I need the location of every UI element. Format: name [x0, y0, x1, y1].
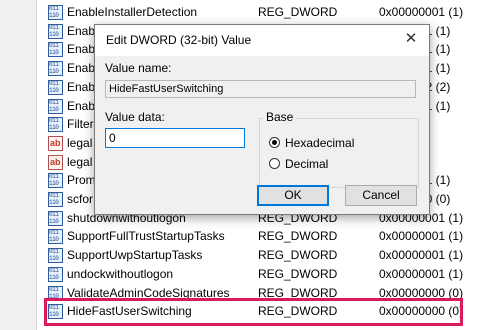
binary-value-icon [48, 173, 63, 189]
binary-value-icon [48, 5, 63, 20]
dialog-title: Edit DWORD (32-bit) Value [106, 33, 252, 47]
registry-value-row[interactable]: undockwithoutlogon REG_DWORD 0x00000001 (1… [36, 265, 485, 284]
binary-value-icon [48, 117, 63, 133]
value-name: legal [67, 154, 93, 169]
binary-value-icon [48, 23, 63, 39]
hexadecimal-radio[interactable]: Hexadecimal [269, 136, 419, 152]
string-value-icon [48, 135, 63, 151]
value-data: 0x00000001 (1) [379, 266, 464, 281]
value-name: undockwithoutlogon [67, 266, 174, 281]
value-name: SupportFullTrustStartupTasks [67, 229, 225, 244]
string-value-icon [48, 154, 63, 170]
selected-value-highlight [44, 298, 463, 326]
value-name: Prom [67, 173, 96, 188]
binary-value-icon [48, 98, 63, 114]
decimal-label: Decimal [285, 157, 329, 171]
radio-unselected-icon [269, 158, 280, 169]
value-type: REG_DWORD [258, 248, 338, 263]
registry-value-row[interactable]: EnableInstallerDetection REG_DWORD 0x00000… [36, 3, 485, 22]
base-groupbox [259, 118, 419, 188]
binary-value-icon [48, 42, 63, 58]
registry-value-row[interactable]: SupportFullTrustStartupTasks REG_DWORD 0x0… [36, 227, 485, 246]
radio-selected-icon [269, 137, 280, 148]
binary-value-icon [48, 229, 63, 245]
value-data: 0x00000001 (1) [379, 248, 464, 263]
value-name-field: HideFastUserSwitching [105, 80, 416, 98]
value-name: Enab [67, 23, 96, 38]
dialog-body: Value name: HideFastUserSwitching Value … [95, 56, 429, 214]
close-button[interactable]: ✕ [401, 29, 421, 49]
edit-dword-dialog: Edit DWORD (32-bit) Value ✕ Value name: … [94, 24, 430, 215]
value-data-label: Value data: [105, 110, 165, 124]
registry-value-row[interactable]: SupportUwpStartupTasks REG_DWORD 0x0000000… [36, 246, 485, 265]
binary-value-icon [48, 266, 63, 282]
cancel-button[interactable]: Cancel [345, 185, 417, 206]
value-name: Enab [67, 61, 96, 76]
ok-button[interactable]: OK [257, 185, 329, 206]
value-name-label: Value name: [105, 61, 172, 75]
value-type: REG_DWORD [258, 229, 338, 244]
value-name: scfor [67, 192, 94, 206]
value-name: Enab [67, 42, 96, 57]
binary-value-icon [48, 61, 63, 77]
value-name: Filter [67, 117, 94, 132]
value-data: 0x00000001 (1) [379, 5, 464, 19]
decimal-radio[interactable]: Decimal [269, 157, 419, 173]
binary-value-icon [48, 192, 63, 207]
value-type: REG_DWORD [258, 5, 338, 19]
value-data-input[interactable] [105, 128, 245, 148]
value-name: Enab [67, 98, 96, 113]
value-name: SupportUwpStartupTasks [67, 248, 203, 263]
binary-value-icon [48, 210, 63, 226]
value-name: legal [67, 135, 93, 150]
value-data: 0x00000001 (1) [379, 229, 464, 244]
tree-pane-edge [0, 0, 37, 330]
value-type: REG_DWORD [258, 266, 338, 281]
value-name: Enab [67, 79, 96, 94]
binary-value-icon [48, 79, 63, 95]
hexadecimal-label: Hexadecimal [285, 136, 355, 150]
base-label: Base [263, 110, 297, 124]
value-name: EnableInstallerDetection [67, 5, 198, 19]
binary-value-icon [48, 248, 63, 264]
